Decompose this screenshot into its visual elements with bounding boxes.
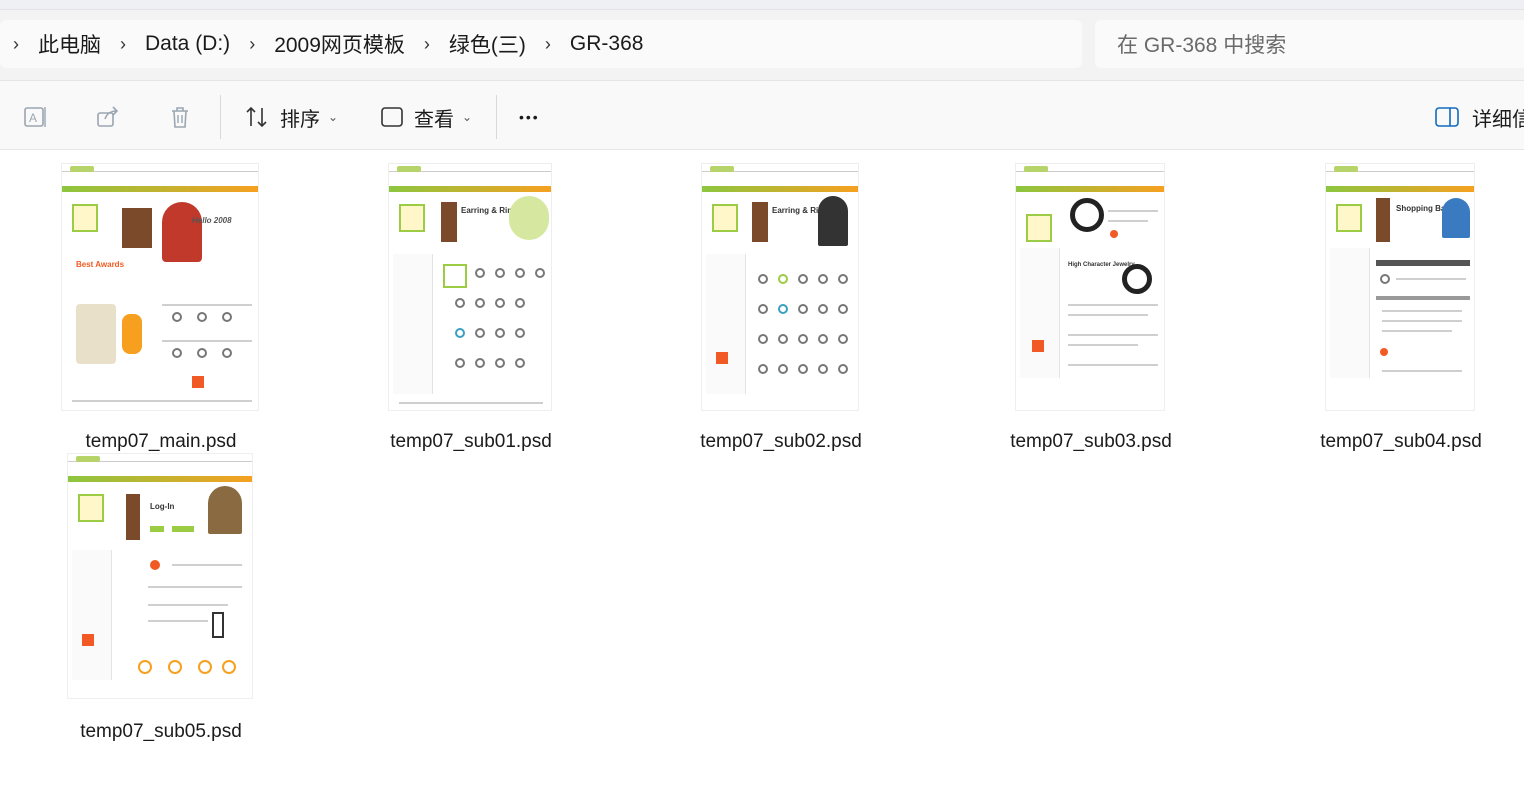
file-item[interactable]: Earring & Ring temp07_sub01.psd <box>371 161 571 452</box>
sort-icon <box>244 104 270 130</box>
file-item[interactable]: Hello 2008 Best Awards temp07_main.psd <box>61 161 261 452</box>
file-item[interactable]: Shopping Basket temp07_sub04.psd <box>1301 161 1501 452</box>
toolbar-divider <box>496 95 497 139</box>
svg-text:A: A <box>29 111 37 125</box>
view-button[interactable]: 查看 ⌄ <box>380 99 472 135</box>
breadcrumb-item-green3[interactable]: 绿色(三) <box>443 29 532 59</box>
file-name: temp07_sub03.psd <box>1010 431 1172 452</box>
chevron-down-icon: ⌄ <box>328 110 339 124</box>
view-label: 查看 <box>414 108 454 131</box>
file-item[interactable]: High Character Jewelry temp07_sub03.psd <box>991 161 1191 452</box>
file-list: Hello 2008 Best Awards temp07_main.psd E… <box>0 151 1524 804</box>
chevron-right-icon[interactable]: › <box>0 34 32 55</box>
window-top-strip <box>0 0 1524 10</box>
details-pane-icon <box>1434 106 1460 128</box>
search-input[interactable]: 在 GR-368 中搜索 <box>1095 20 1524 68</box>
sort-label: 排序 <box>280 108 320 131</box>
breadcrumb-item-templates[interactable]: 2009网页模板 <box>268 29 411 59</box>
more-options-button[interactable]: ••• <box>519 99 540 135</box>
chevron-right-icon[interactable]: › <box>532 34 564 55</box>
breadcrumb-item-gr368[interactable]: GR-368 <box>564 32 650 56</box>
file-name: temp07_sub02.psd <box>700 431 862 452</box>
chevron-right-icon[interactable]: › <box>107 34 139 55</box>
details-pane-label: 详细信 <box>1472 108 1524 131</box>
breadcrumb-item-data-drive[interactable]: Data (D:) <box>139 32 236 56</box>
delete-icon[interactable] <box>166 103 194 131</box>
file-thumbnail: High Character Jewelry <box>1015 163 1165 411</box>
details-pane-button[interactable]: 详细信 <box>1434 99 1524 135</box>
more-icon: ••• <box>519 109 540 125</box>
file-thumbnail: Log-In <box>67 453 253 699</box>
share-icon[interactable] <box>94 103 122 131</box>
file-thumbnail: Shopping Basket <box>1325 163 1475 411</box>
breadcrumb-item-this-pc[interactable]: 此电脑 <box>32 29 107 59</box>
chevron-right-icon[interactable]: › <box>411 34 443 55</box>
file-name: temp07_main.psd <box>85 431 237 452</box>
address-bar-row: › 此电脑 › Data (D:) › 2009网页模板 › 绿色(三) › G… <box>0 10 1524 80</box>
file-name: temp07_sub04.psd <box>1320 431 1482 452</box>
file-item[interactable]: Log-In temp07_sub05.psd <box>61 451 261 742</box>
breadcrumb[interactable]: › 此电脑 › Data (D:) › 2009网页模板 › 绿色(三) › G… <box>0 20 1082 68</box>
file-name: temp07_sub01.psd <box>390 431 552 452</box>
view-icon <box>380 105 404 129</box>
chevron-down-icon: ⌄ <box>462 110 473 124</box>
toolbar-divider <box>220 95 221 139</box>
file-item[interactable]: Earring & Ring temp07_sub02.psd <box>681 161 881 452</box>
search-placeholder: 在 GR-368 中搜索 <box>1117 34 1287 57</box>
sort-button[interactable]: 排序 ⌄ <box>244 99 338 135</box>
command-bar: A 排序 ⌄ 查看 ⌄ ••• 详细信 <box>0 80 1524 150</box>
rename-icon[interactable]: A <box>22 103 50 131</box>
file-name: temp07_sub05.psd <box>80 721 242 742</box>
chevron-right-icon[interactable]: › <box>236 34 268 55</box>
file-thumbnail: Earring & Ring <box>701 163 859 411</box>
file-thumbnail: Earring & Ring <box>388 163 552 411</box>
file-thumbnail: Hello 2008 Best Awards <box>61 163 259 411</box>
